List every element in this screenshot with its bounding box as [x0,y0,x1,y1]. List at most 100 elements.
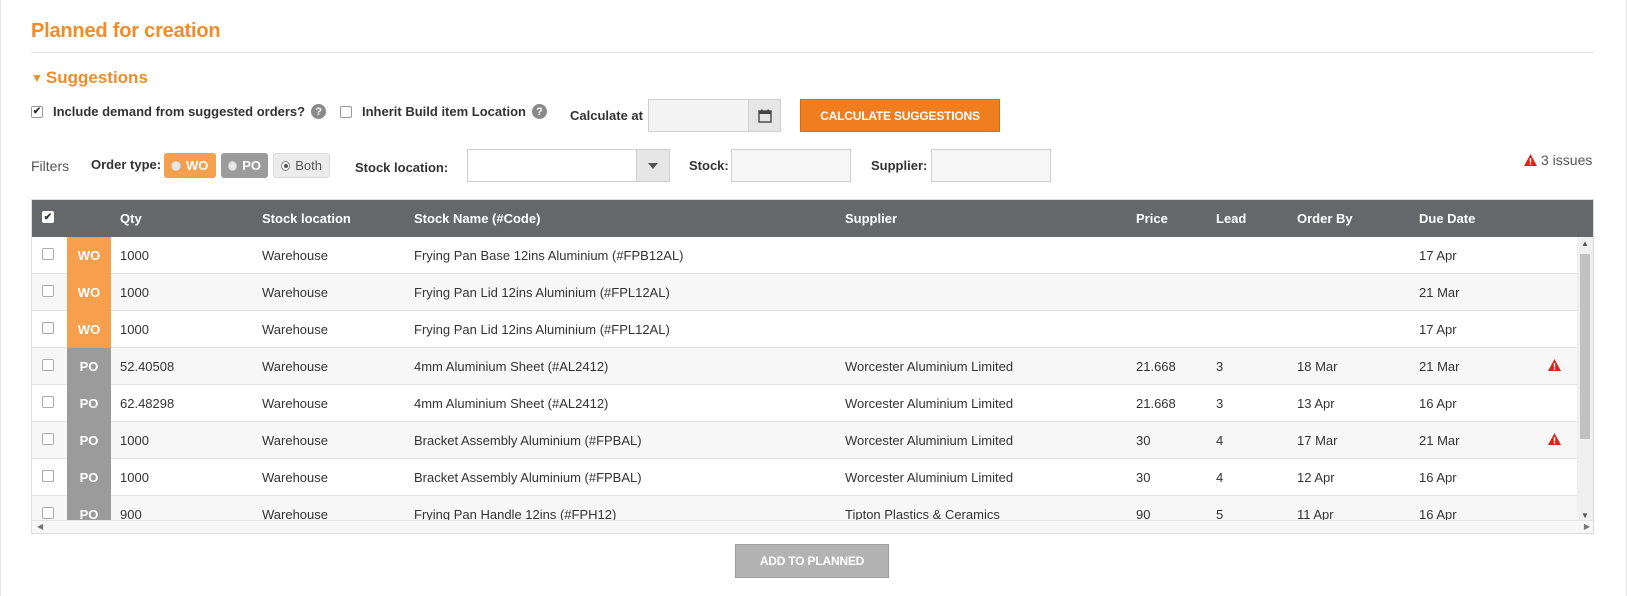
order-type-badge: WO [67,237,111,274]
row-checkbox[interactable] [42,396,54,408]
supplier-label: Supplier: [871,158,928,173]
cell-stock-name: 4mm Aluminium Sheet (#AL2412) [414,359,609,374]
scroll-down-icon[interactable]: ▼ [1581,511,1589,520]
order-type-po[interactable]: PO [221,153,268,178]
scroll-up-icon[interactable]: ▲ [1581,239,1589,248]
grid-rows: WO 1000 Warehouse Frying Pan Base 12ins … [32,237,1579,522]
cell-due-date: 21 Mar [1419,359,1460,374]
cell-supplier: Worcester Aluminium Limited [845,396,1014,411]
warning-icon[interactable] [1548,359,1561,371]
help-icon[interactable]: ? [531,104,547,119]
cell-due-date: 16 Apr [1419,470,1457,485]
suggestions-header: Suggestions [45,68,148,87]
horizontal-scrollbar[interactable]: ◀ ▶ [32,520,1593,533]
caret-down-icon: ▼ [31,71,43,85]
order-type-both[interactable]: Both [273,153,330,178]
col-stock-name[interactable]: Stock Name (#Code) [414,211,540,226]
inherit-location-label: Inherit Build item Location [362,104,526,119]
row-checkbox[interactable] [42,470,54,482]
order-type-wo-label: WO [186,158,209,173]
include-demand-checkbox[interactable]: ✔ [31,105,43,118]
cell-due-date: 17 Apr [1419,322,1457,337]
table-row[interactable]: PO 1000 Warehouse Bracket Assembly Alumi… [32,459,1579,496]
cell-qty: 1000 [120,470,149,485]
table-row[interactable]: PO 62.48298 Warehouse 4mm Aluminium Shee… [32,385,1579,422]
calendar-icon [757,109,772,123]
cell-lead: 3 [1216,396,1224,411]
table-row[interactable]: WO 1000 Warehouse Frying Pan Lid 12ins A… [32,311,1579,348]
cell-due-date: 21 Mar [1419,285,1460,300]
calculate-at-date-input[interactable] [648,99,749,132]
stock-location-dropdown-button[interactable] [636,150,669,181]
cell-lead: 3 [1216,359,1224,374]
calculate-at-label: Calculate at [570,108,643,123]
suggestions-toggle[interactable]: ▼ Suggestions [31,68,148,88]
select-all-checkbox[interactable]: ✔ [42,211,54,223]
cell-location: Warehouse [262,396,328,411]
vertical-scrollbar[interactable]: ▲ ▼ [1577,237,1593,522]
order-type-label: Order type: [91,157,162,172]
col-price[interactable]: Price [1136,211,1168,226]
inherit-location-checkbox[interactable] [340,105,352,118]
cell-supplier: Worcester Aluminium Limited [845,433,1014,448]
title-divider [31,52,1594,53]
calculate-suggestions-button[interactable]: CALCULATE SUGGESTIONS [800,99,1000,132]
row-checkbox[interactable] [42,322,54,334]
cell-stock-name: Frying Pan Base 12ins Aluminium (#FPB12A… [414,248,684,263]
cell-stock-name: Frying Pan Lid 12ins Aluminium (#FPL12AL… [414,285,670,300]
suggestions-grid: ✔ Qty Stock location Stock Name (#Code) … [31,199,1594,534]
order-type-badge: PO [67,496,111,522]
supplier-input[interactable] [931,149,1051,182]
table-row[interactable]: PO 900 Warehouse Frying Pan Handle 12ins… [32,496,1579,522]
cell-due-date: 16 Apr [1419,396,1457,411]
order-type-wo[interactable]: WO [164,153,216,178]
scroll-left-icon[interactable]: ◀ [37,522,43,531]
cell-due-date: 17 Apr [1419,248,1457,263]
table-row[interactable]: PO 1000 Warehouse Bracket Assembly Alumi… [32,422,1579,459]
table-row[interactable]: WO 1000 Warehouse Frying Pan Base 12ins … [32,237,1579,274]
scroll-right-icon[interactable]: ▶ [1584,522,1590,531]
row-checkbox[interactable] [42,285,54,297]
table-row[interactable]: WO 1000 Warehouse Frying Pan Lid 12ins A… [32,274,1579,311]
col-supplier[interactable]: Supplier [845,211,897,226]
include-demand-label: Include demand from suggested orders? [53,104,306,119]
calendar-button[interactable] [749,99,781,132]
cell-stock-name: Bracket Assembly Aluminium (#FPBAL) [414,470,642,485]
order-type-both-label: Both [295,158,322,173]
help-icon[interactable]: ? [311,104,327,119]
warning-icon [1524,154,1537,166]
row-checkbox[interactable] [42,507,54,519]
cell-price: 21.668 [1136,396,1176,411]
row-checkbox[interactable] [42,248,54,260]
row-checkbox[interactable] [42,433,54,445]
col-qty[interactable]: Qty [120,211,142,226]
order-type-badge: PO [67,385,111,422]
issues-indicator[interactable]: 3 issues [1524,152,1592,168]
col-lead[interactable]: Lead [1216,211,1246,226]
order-type-badge: WO [67,311,111,348]
cell-stock-name: Bracket Assembly Aluminium (#FPBAL) [414,433,642,448]
cell-qty: 1000 [120,322,149,337]
cell-supplier: Worcester Aluminium Limited [845,470,1014,485]
cell-location: Warehouse [262,433,328,448]
cell-stock-name: 4mm Aluminium Sheet (#AL2412) [414,396,609,411]
include-demand-option[interactable]: ✔ Include demand from suggested orders? … [31,104,327,119]
col-order-by[interactable]: Order By [1297,211,1353,226]
row-checkbox[interactable] [42,359,54,371]
cell-qty: 62.48298 [120,396,175,411]
warning-icon[interactable] [1548,433,1561,445]
inherit-location-option[interactable]: Inherit Build item Location ? [340,104,547,119]
col-stock-location[interactable]: Stock location [262,211,351,226]
cell-stock-name: Frying Pan Lid 12ins Aluminium (#FPL12AL… [414,322,670,337]
page-title: Planned for creation [31,20,221,42]
col-due-date[interactable]: Due Date [1419,211,1475,226]
stock-input[interactable] [731,149,851,182]
cell-order-by: 17 Mar [1297,433,1338,448]
table-row[interactable]: PO 52.40508 Warehouse 4mm Aluminium Shee… [32,348,1579,385]
chevron-down-icon [648,162,658,169]
order-type-badge: WO [67,274,111,311]
left-border [0,0,1,596]
cell-qty: 1000 [120,248,149,263]
scrollbar-thumb[interactable] [1580,254,1590,439]
add-to-planned-button[interactable]: ADD TO PLANNED [735,544,889,578]
